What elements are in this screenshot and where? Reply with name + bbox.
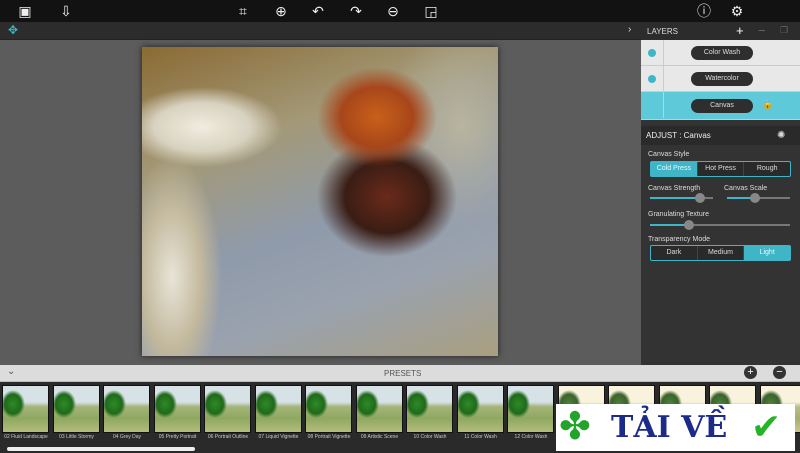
add-layer-button[interactable]: + bbox=[736, 23, 744, 38]
preset-label: 12 Color Wash bbox=[514, 434, 548, 440]
canvas-strength-label: Canvas Strength bbox=[648, 185, 701, 192]
preset-label: 07 Liquid Vignette bbox=[258, 434, 299, 440]
redo-icon[interactable]: ↷ bbox=[347, 2, 365, 20]
duplicate-layer-icon[interactable]: ❐ bbox=[780, 25, 788, 36]
layers-header: LAYERS + − ❐ bbox=[641, 22, 800, 40]
visibility-icon[interactable] bbox=[648, 75, 656, 83]
preset-thumbnail[interactable] bbox=[2, 385, 49, 433]
layers-title: LAYERS bbox=[647, 27, 678, 36]
reset-icon[interactable]: ✺ bbox=[777, 126, 785, 145]
preset-label: 04 Grey Day bbox=[112, 434, 142, 440]
collapse-panel-chevron-icon[interactable]: › bbox=[628, 24, 631, 35]
preset-label: 03 Little Stormy bbox=[59, 434, 94, 440]
preset-thumbnail[interactable] bbox=[305, 385, 352, 433]
open-image-icon[interactable]: ▣ bbox=[16, 2, 34, 20]
preset-label: 06 Portrait Outline bbox=[207, 434, 249, 440]
watercolor-image bbox=[142, 47, 498, 356]
preset-thumbnail[interactable] bbox=[103, 385, 150, 433]
crop-icon[interactable]: ⌗ bbox=[234, 2, 252, 20]
option-cold-press[interactable]: Cold Press bbox=[651, 162, 698, 176]
layer-color-wash[interactable]: Color Wash bbox=[641, 40, 800, 66]
visibility-icon[interactable] bbox=[648, 49, 656, 57]
info-icon[interactable]: ⓘ bbox=[695, 2, 713, 20]
checkmark-icon: ✔ bbox=[751, 406, 782, 447]
fit-icon[interactable]: ◲ bbox=[422, 2, 440, 20]
layer-canvas[interactable]: Canvas 🔒 bbox=[641, 92, 800, 120]
remove-preset-button[interactable]: − bbox=[773, 366, 786, 379]
layer-watercolor[interactable]: Watercolor bbox=[641, 66, 800, 92]
preset-thumbnail[interactable] bbox=[254, 385, 302, 433]
preset-thumbnail[interactable] bbox=[153, 385, 201, 433]
remove-layer-button[interactable]: − bbox=[758, 23, 766, 38]
move-icon[interactable]: ✥ bbox=[8, 23, 18, 37]
canvas-scale-slider[interactable] bbox=[727, 193, 790, 203]
option-medium[interactable]: Medium bbox=[698, 246, 745, 260]
preset-label: 02 Fluid Landscape bbox=[4, 434, 48, 440]
adjust-title: ADJUST : Canvas bbox=[646, 131, 711, 140]
watermark: ✤ TẢI VỀ ✔ bbox=[556, 404, 795, 451]
add-preset-button[interactable]: + bbox=[744, 366, 757, 379]
lock-icon[interactable]: 🔒 bbox=[762, 99, 773, 110]
granulating-texture-slider[interactable] bbox=[650, 220, 790, 230]
preset-thumbnail[interactable] bbox=[204, 385, 251, 433]
collapse-presets-chevron-icon[interactable]: ⌄ bbox=[7, 366, 15, 377]
preset-label: 05 Pretty Portrait bbox=[158, 434, 197, 440]
preset-thumbnail[interactable] bbox=[355, 385, 403, 433]
zoom-in-icon[interactable]: ⊕ bbox=[272, 2, 290, 20]
preset-thumbnail[interactable] bbox=[52, 385, 100, 433]
presets-title: PRESETS bbox=[384, 369, 422, 378]
zoom-out-icon[interactable]: ⊖ bbox=[384, 2, 402, 20]
canvas-scale-label: Canvas Scale bbox=[724, 185, 768, 192]
divider bbox=[663, 66, 664, 92]
undo-icon[interactable]: ↶ bbox=[309, 2, 327, 20]
clover-logo-icon: ✤ bbox=[559, 406, 591, 448]
divider bbox=[663, 40, 664, 66]
settings-icon[interactable]: ⚙ bbox=[728, 2, 746, 20]
canvas-style-selector: Cold Press Hot Press Rough bbox=[650, 161, 791, 177]
preset-thumbnail[interactable] bbox=[507, 385, 554, 433]
divider bbox=[663, 92, 664, 118]
granulating-texture-label: Granulating Texture bbox=[648, 211, 709, 218]
top-toolbar: ▣ ⇩ ⌗ ⊕ ↶ ↷ ⊖ ◲ ⓘ ⚙ bbox=[0, 0, 800, 22]
option-rough[interactable]: Rough bbox=[744, 162, 790, 176]
layer-label: Watercolor bbox=[691, 72, 753, 86]
layer-label: Canvas bbox=[691, 99, 753, 113]
layer-label: Color Wash bbox=[691, 46, 753, 60]
preset-thumbnail[interactable] bbox=[406, 385, 453, 433]
preset-thumbnail[interactable] bbox=[456, 385, 504, 433]
presets-scrollbar[interactable] bbox=[7, 447, 195, 451]
adjust-header: ADJUST : Canvas ✺ bbox=[641, 126, 800, 145]
transparency-mode-label: Transparency Mode bbox=[648, 236, 710, 243]
canvas-strength-slider[interactable] bbox=[650, 193, 713, 203]
canvas-style-label: Canvas Style bbox=[648, 151, 690, 158]
watermark-text: TẢI VỀ bbox=[611, 410, 728, 445]
option-hot-press[interactable]: Hot Press bbox=[698, 162, 745, 176]
option-light[interactable]: Light bbox=[744, 246, 791, 260]
preset-label: 09 Artistic Scene bbox=[360, 434, 399, 440]
save-icon[interactable]: ⇩ bbox=[57, 2, 75, 20]
preset-label: 11 Color Wash bbox=[464, 434, 497, 440]
preset-label: 10 Color Wash bbox=[413, 434, 447, 440]
presets-header: ⌄ PRESETS + − bbox=[0, 365, 800, 382]
preset-label: 08 Portrait Vignette bbox=[307, 434, 351, 440]
option-dark[interactable]: Dark bbox=[651, 246, 698, 260]
secondary-toolbar: ✥ › bbox=[0, 22, 641, 40]
transparency-mode-selector: Dark Medium Light bbox=[650, 245, 791, 261]
